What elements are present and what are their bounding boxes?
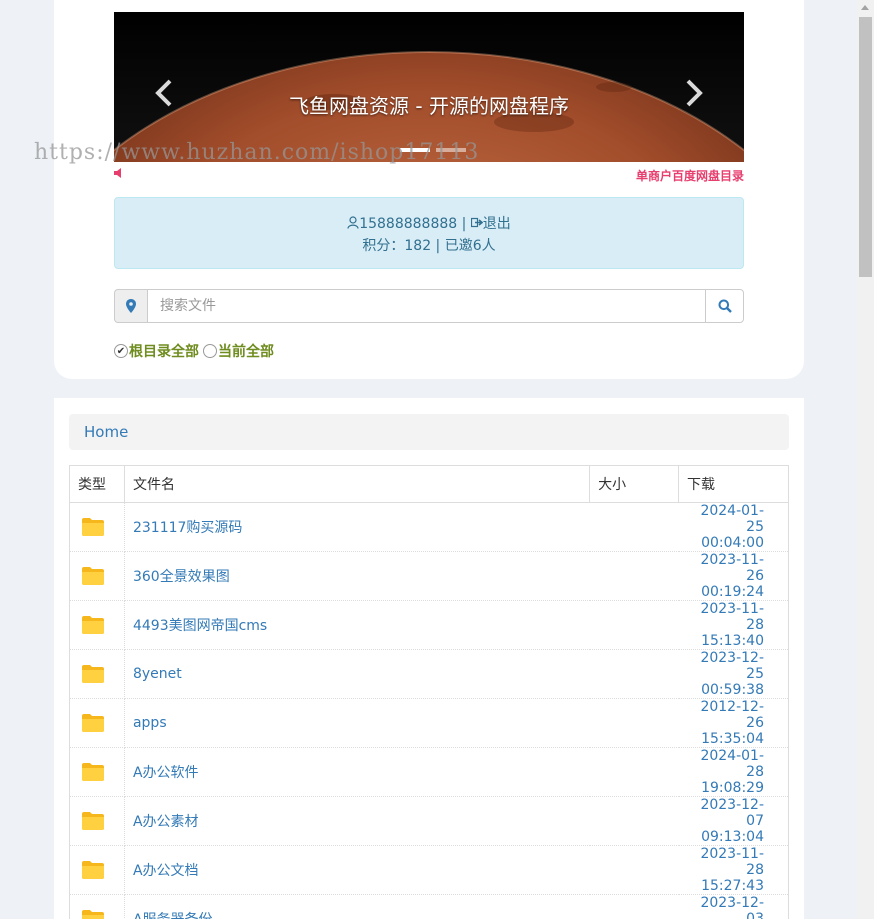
scope-label-current: 当前全部 [218, 344, 274, 360]
file-name-cell: apps [124, 698, 679, 748]
type-cell [69, 845, 125, 895]
folder-icon [82, 567, 104, 585]
logout-icon [470, 217, 483, 228]
file-name-link[interactable]: A办公软件 [133, 765, 199, 781]
type-cell [69, 551, 125, 601]
radio-checked-icon: ✔ [114, 344, 128, 358]
file-name-cell: A服务器备份 [124, 894, 679, 919]
type-cell [69, 502, 125, 552]
user-icon [347, 216, 359, 229]
search-input[interactable] [148, 289, 705, 323]
file-name-link[interactable]: 4493美图网帝国cms [133, 618, 267, 634]
scroll-up-arrow-icon[interactable] [861, 5, 869, 10]
points-info: 积分：182 | 已邀6人 [362, 238, 496, 254]
file-name-link[interactable]: A服务器备份 [133, 912, 213, 919]
table-row[interactable]: A办公文档 2023-11-28 15:27:43 [69, 845, 789, 895]
notice-bar: 单商户百度网盘目录 [114, 166, 744, 184]
table-row[interactable]: A办公软件 2024-01-28 19:08:29 [69, 747, 789, 797]
watermark-text: https://www.huzhan.com/ishop17113 [34, 140, 480, 165]
search-icon [718, 299, 732, 313]
map-marker-icon [126, 299, 136, 313]
table-row[interactable]: 4493美图网帝国cms 2023-11-28 15:13:40 [69, 600, 789, 650]
search-bar [114, 289, 744, 323]
breadcrumb: Home [69, 414, 789, 450]
file-name-link[interactable]: 8yenet [133, 666, 182, 682]
folder-icon [82, 518, 104, 536]
type-cell [69, 649, 125, 699]
logout-link[interactable]: 退出 [470, 216, 511, 232]
table-row[interactable]: 8yenet 2023-12-25 00:59:38 [69, 649, 789, 699]
type-cell [69, 894, 125, 919]
folder-icon [82, 616, 104, 634]
carousel-caption: 飞鱼网盘资源 - 开源的网盘程序 [289, 94, 569, 118]
speaker-icon [114, 168, 121, 178]
file-list-card: Home 类型 文件名 大小 下载 231117购买源码 2024-01-25 0… [54, 398, 804, 919]
column-header-size: 大小 [589, 465, 679, 503]
scope-option-root[interactable]: ✔ 根目录全部 [114, 341, 199, 361]
file-name-link[interactable]: A办公素材 [133, 814, 199, 830]
column-header-name: 文件名 [123, 465, 591, 503]
folder-icon [82, 812, 104, 830]
file-name-link[interactable]: 360全景效果图 [133, 569, 230, 585]
file-date-cell: 2024-01-25 00:04:00 [678, 502, 789, 552]
scope-option-current[interactable]: 当前全部 [203, 341, 274, 361]
radio-unchecked-icon [203, 344, 217, 358]
carousel-next-button[interactable] [682, 78, 706, 108]
type-cell [69, 698, 125, 748]
separator: | [457, 216, 471, 232]
folder-icon [82, 714, 104, 732]
column-header-type: 类型 [69, 465, 125, 503]
file-date-cell: 2012-12-26 15:35:04 [678, 698, 789, 748]
table-row[interactable]: A服务器备份 2023-12-03 22:17:16 [69, 894, 789, 919]
table-row[interactable]: 231117购买源码 2024-01-25 00:04:00 [69, 502, 789, 552]
file-name-cell: A办公素材 [124, 796, 679, 846]
file-name-cell: 231117购买源码 [124, 502, 679, 552]
scope-label-root: 根目录全部 [129, 344, 199, 360]
file-name-cell: 360全景效果图 [124, 551, 679, 601]
file-date-cell: 2023-12-25 00:59:38 [678, 649, 789, 699]
file-name-cell: 8yenet [124, 649, 679, 699]
file-date-cell: 2023-12-07 09:13:04 [678, 796, 789, 846]
file-name-link[interactable]: apps [133, 715, 167, 731]
table-row[interactable]: apps 2012-12-26 15:35:04 [69, 698, 789, 748]
type-cell [69, 600, 125, 650]
scrollbar-thumb[interactable] [859, 17, 872, 277]
file-name-cell: A办公软件 [124, 747, 679, 797]
file-date-cell: 2024-01-28 19:08:29 [678, 747, 789, 797]
breadcrumb-home-link[interactable]: Home [84, 423, 128, 441]
file-table: 类型 文件名 大小 下载 231117购买源码 2024-01-25 00:04:… [69, 465, 789, 919]
file-name-cell: A办公文档 [124, 845, 679, 895]
search-button[interactable] [705, 289, 744, 323]
file-date-cell: 2023-11-28 15:13:40 [678, 600, 789, 650]
user-phone: 15888888888 [359, 216, 458, 232]
file-name-link[interactable]: 231117购买源码 [133, 520, 242, 536]
folder-icon [82, 910, 104, 919]
file-name-link[interactable]: A办公文档 [133, 863, 199, 879]
page-scrollbar[interactable] [857, 0, 874, 919]
file-date-cell: 2023-12-03 22:17:16 [678, 894, 789, 919]
search-scope: ✔ 根目录全部 当前全部 [114, 341, 278, 361]
table-row[interactable]: A办公素材 2023-12-07 09:13:04 [69, 796, 789, 846]
search-addon [114, 289, 148, 323]
user-account-link[interactable]: 15888888888 [347, 216, 457, 232]
table-header-row: 类型 文件名 大小 下载 [69, 465, 789, 503]
table-row[interactable]: 360全景效果图 2023-11-26 00:19:24 [69, 551, 789, 601]
folder-icon [82, 665, 104, 683]
folder-icon [82, 861, 104, 879]
user-info-panel: 15888888888 | 退出 积分：182 | 已邀6人 [114, 197, 744, 269]
type-cell [69, 747, 125, 797]
logout-label: 退出 [482, 216, 511, 232]
notice-text: 单商户百度网盘目录 [635, 169, 744, 183]
header-card: 飞鱼网盘资源 - 开源的网盘程序 单商户百度网盘目录 15888888888 |… [54, 0, 804, 379]
chevron-right-icon [686, 79, 703, 107]
file-date-cell: 2023-11-26 00:19:24 [678, 551, 789, 601]
column-header-download: 下载 [678, 465, 789, 503]
file-name-cell: 4493美图网帝国cms [124, 600, 679, 650]
folder-icon [82, 763, 104, 781]
file-date-cell: 2023-11-28 15:27:43 [678, 845, 789, 895]
type-cell [69, 796, 125, 846]
